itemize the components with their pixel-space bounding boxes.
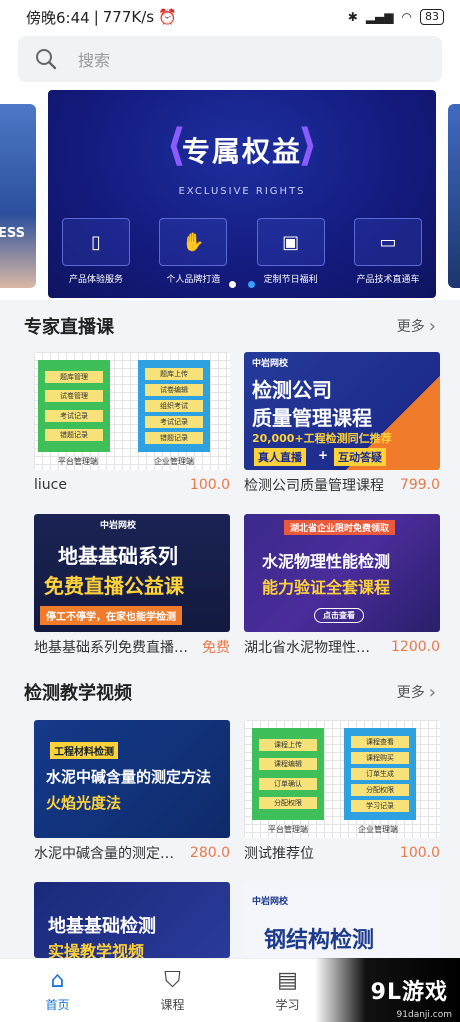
banner-feature: ▣ 定制节日福利 (255, 218, 327, 285)
hand-icon: ✋ (159, 218, 228, 266)
course-price: 100.0 (189, 477, 230, 493)
graduation-cap-icon: ⛉ (164, 967, 181, 993)
video-name: 水泥中碱含量的测定方… (34, 846, 184, 862)
section-title: 专家直播课 (24, 317, 114, 338)
banner-carousel[interactable]: ESS ⟨ ⟩ 专属权益 EXCLUSIVE RIGHTS ▯ 产品体验服务 ✋ 个… (0, 88, 460, 300)
course-thumbnail: 湖北省企业限时免费领取 水泥物理性能检测 能力验证全套课程 点击查看 (244, 514, 440, 632)
chevron-right-icon: › (428, 315, 436, 337)
section-live-header: 专家直播课 更多 › (0, 306, 460, 346)
signal-icon: ▂▄▆ (365, 10, 394, 24)
course-card[interactable]: 湖北省企业限时免费领取 水泥物理性能检测 能力验证全套课程 点击查看 湖北省水泥… (244, 514, 440, 662)
status-bar: 傍晚6:44 | 777K/s ⏰ ✱ ▂▄▆ ◠ 83 (0, 0, 460, 34)
video-price: 100.0 (399, 845, 440, 861)
banner-next-slide[interactable] (448, 104, 460, 288)
video-card[interactable]: 课程上传 课程编辑 订单确认 分配权限 课程查看 课程购买 订单生成 分配权限 … (244, 720, 440, 868)
more-link[interactable]: 更多 › (397, 316, 436, 337)
section-video-header: 检测教学视频 更多 › (0, 672, 460, 712)
video-card[interactable]: 地基基础检测 实操教学视频 (34, 882, 230, 958)
chevron-right-icon: › (428, 681, 436, 703)
tab-courses[interactable]: ⛉ 课程 (115, 959, 230, 1022)
course-name: 检测公司质量管理课程 (244, 478, 384, 494)
battery-icon: 83 (420, 9, 444, 25)
watermark: 9L游戏 91danji.com (315, 958, 460, 1022)
banner-feature: ▯ 产品体验服务 (60, 218, 132, 285)
carousel-dot-active[interactable] (248, 281, 255, 288)
course-name: 湖北省水泥物理性… (244, 640, 370, 656)
monitor-icon: ▭ (353, 218, 422, 266)
status-speed: 777K/s (102, 8, 155, 26)
wifi-icon: ◠ (401, 10, 412, 24)
course-thumbnail: 中岩网校 地基基础系列 免费直播公益课 停工不停学，在家也能学检测 (34, 514, 230, 632)
tab-home[interactable]: ⌂ 首页 (0, 959, 115, 1022)
course-price: 1200.0 (391, 639, 440, 655)
carousel-dots (48, 281, 436, 288)
banner-prev-slide[interactable]: ESS (0, 104, 36, 288)
more-link[interactable]: 更多 › (397, 682, 436, 703)
banner-slide[interactable]: ⟨ ⟩ 专属权益 EXCLUSIVE RIGHTS ▯ 产品体验服务 ✋ 个人品牌打… (48, 90, 436, 298)
course-card[interactable]: 中岩网校 地基基础系列 免费直播公益课 停工不停学，在家也能学检测 地基基础系列… (34, 514, 230, 662)
banner-feature: ✋ 个人品牌打造 (157, 218, 229, 285)
course-price: 免费 (202, 640, 230, 656)
banner-feature: ▭ 产品技术直通车 (352, 218, 424, 285)
video-card[interactable]: 工程材料检测 水泥中碱含量的测定方法 火焰光度法 水泥中碱含量的测定方… 280.… (34, 720, 230, 868)
course-name: 地基基础系列免费直播… (34, 640, 188, 656)
video-card[interactable]: 中岩网校 钢结构检测 (244, 882, 440, 958)
course-thumbnail: 中岩网校 检测公司 质量管理课程 20,000+工程检测同仁推荐 真人直播 + … (244, 352, 440, 470)
watermark-text: 9L游戏 (370, 980, 448, 1005)
video-thumbnail: 工程材料检测 水泥中碱含量的测定方法 火焰光度法 (34, 720, 230, 838)
bluetooth-icon: ✱ (347, 10, 358, 24)
phone-icon: ▯ (62, 218, 130, 266)
banner-title: 专属权益 (181, 135, 302, 168)
video-thumbnail: 课程上传 课程编辑 订单确认 分配权限 课程查看 课程购买 订单生成 分配权限 … (244, 720, 440, 838)
course-thumbnail: 题库管理 试卷管理 考试记录 错题记录 题库上传 试卷编辑 组织考试 考试记录 … (34, 352, 230, 470)
gift-icon: ▣ (256, 218, 325, 266)
video-name: 测试推荐位 (244, 846, 314, 862)
book-icon: ▤ (277, 967, 298, 993)
search-area: 搜索 (0, 34, 460, 88)
carousel-dot[interactable] (229, 281, 236, 288)
course-card[interactable]: 题库管理 试卷管理 考试记录 错题记录 题库上传 试卷编辑 组织考试 考试记录 … (34, 352, 230, 500)
watermark-site: 91danji.com (396, 1010, 452, 1020)
video-price: 280.0 (189, 845, 230, 861)
search-input[interactable]: 搜索 (18, 36, 442, 82)
alarm-icon: ⏰ (158, 8, 177, 26)
video-thumbnail: 中岩网校 钢结构检测 (244, 882, 440, 958)
home-icon: ⌂ (50, 967, 65, 993)
section-title: 检测教学视频 (24, 683, 132, 704)
course-card[interactable]: 中岩网校 检测公司 质量管理课程 20,000+工程检测同仁推荐 真人直播 + … (244, 352, 440, 500)
banner-subtitle: EXCLUSIVE RIGHTS (178, 186, 306, 197)
video-thumbnail: 地基基础检测 实操教学视频 (34, 882, 230, 958)
status-time: 傍晚6:44 (26, 8, 90, 27)
course-name: liuce (34, 477, 67, 493)
search-icon (36, 49, 57, 70)
course-price: 799.0 (399, 477, 440, 493)
search-placeholder: 搜索 (78, 51, 111, 70)
